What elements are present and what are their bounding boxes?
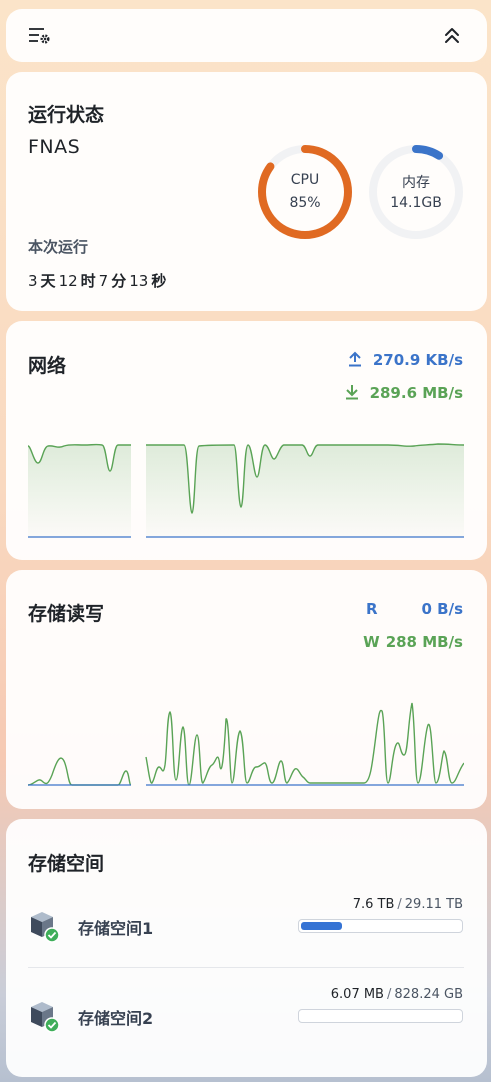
memory-label: 内存 [402, 175, 430, 191]
uptime-hours: 12 [58, 272, 78, 290]
volume-usage: 6.07 MB/828.24 GB [331, 987, 463, 1002]
storage-volume-icon [31, 1002, 60, 1033]
download-rate-value: 289.6 MB/s [369, 384, 463, 402]
download-arrow-icon [345, 385, 358, 400]
uptime-minutes-unit: 分 [111, 272, 127, 290]
uptime-minutes: 7 [98, 272, 109, 290]
cpu-gauge: CPU 85% [255, 142, 355, 242]
network-card: 网络 270.9 KB/s 289.6 MB/s [6, 321, 487, 560]
uptime-hours-unit: 时 [80, 272, 96, 290]
volume-usage-separator: / [397, 897, 402, 912]
volume-usage-bar [298, 1009, 463, 1023]
volume-row[interactable]: 存储空间2 6.07 MB/828.24 GB [6, 987, 487, 1059]
cpu-label: CPU [290, 172, 320, 188]
storage-io-card: 存储读写 R 0 B/s W 288 MB/s [6, 570, 487, 809]
storage-space-card: 存储空间 存储空间1 7.6 TB/29.11 TB 存储空间2 6.07 MB… [6, 819, 487, 1077]
storage-volume-icon [31, 912, 60, 943]
divider [28, 967, 464, 968]
upload-rate-value: 270.9 KB/s [372, 351, 463, 369]
upload-rate: 270.9 KB/s [347, 351, 463, 369]
hostname: FNAS [28, 136, 81, 158]
volume-name: 存储空间2 [78, 1009, 154, 1028]
uptime-label: 本次运行 [28, 238, 89, 256]
list-settings-icon[interactable] [28, 26, 50, 46]
uptime-days-unit: 天 [40, 272, 56, 290]
uptime-seconds-unit: 秒 [151, 272, 167, 290]
uptime-days: 3 [28, 272, 38, 290]
volume-total: 828.24 GB [394, 987, 463, 1002]
download-rate: 289.6 MB/s [344, 384, 463, 402]
card-title: 运行状态 [28, 104, 105, 126]
read-value: 0 B/s [421, 600, 464, 618]
write-line-segment-1 [28, 757, 132, 786]
uptime-seconds: 13 [129, 272, 149, 290]
memory-value: 14.1GB [390, 195, 442, 211]
write-label: W [363, 633, 380, 651]
write-rate: W 288 MB/s [363, 633, 463, 651]
cpu-value: 85% [289, 195, 321, 211]
volume-used: 7.6 TB [352, 897, 395, 912]
system-status-card: 运行状态 FNAS 本次运行 3 天 12 时 7 分 13 秒 CPU 85% 内存 14.… [6, 72, 487, 311]
volume-total: 29.11 TB [404, 897, 463, 912]
volume-usage-fill [301, 922, 343, 930]
download-area-segment-1 [28, 444, 131, 537]
volume-usage-separator: / [386, 987, 392, 1002]
memory-gauge: 内存 14.1GB [366, 142, 466, 242]
volume-usage-bar [298, 919, 463, 933]
storage-io-chart [28, 702, 464, 786]
download-area-segment-2 [146, 444, 464, 537]
uptime-value: 3 天 12 时 7 分 13 秒 [28, 270, 169, 291]
card-title: 存储读写 [28, 603, 105, 625]
read-label: R [365, 600, 378, 618]
volume-usage: 7.6 TB/29.11 TB [353, 897, 463, 912]
read-rate: R 0 B/s [366, 600, 463, 618]
write-line-segment-2 [145, 702, 464, 786]
card-title: 网络 [28, 355, 67, 377]
volume-name: 存储空间1 [78, 919, 154, 938]
double-chevron-up-icon[interactable] [443, 26, 461, 46]
write-value: 288 MB/s [385, 633, 463, 651]
card-title: 存储空间 [28, 853, 105, 875]
volume-row[interactable]: 存储空间1 7.6 TB/29.11 TB [6, 897, 487, 969]
top-toolbar [6, 9, 487, 62]
volume-used: 6.07 MB [330, 987, 384, 1002]
network-traffic-chart [28, 443, 464, 538]
upload-arrow-icon [348, 351, 361, 367]
